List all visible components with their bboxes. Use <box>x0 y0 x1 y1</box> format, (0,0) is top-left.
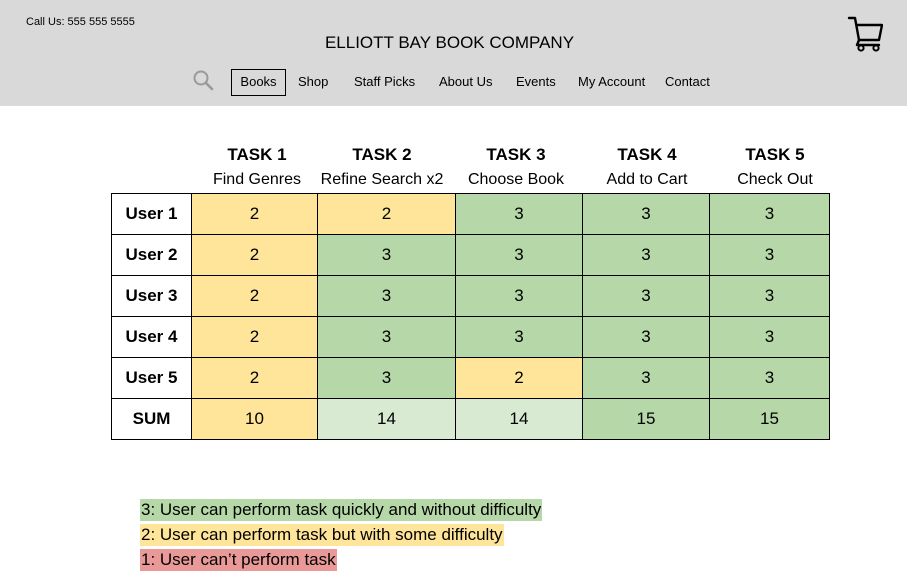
phone-number: Call Us: 555 555 5555 <box>26 16 135 28</box>
site-title[interactable]: ELLIOTT BAY BOOK COMPANY <box>0 33 899 53</box>
site-header: Call Us: 555 555 5555 ELLIOTT BAY BOOK C… <box>0 0 907 106</box>
sum-cell: 10 <box>191 398 318 440</box>
usability-score-table: User 1 2 2 3 3 3 User 2 2 3 3 3 3 User 3… <box>111 193 830 440</box>
sum-row: SUM 10 14 14 15 15 <box>111 398 830 440</box>
task-title: TASK 4 <box>617 145 677 164</box>
table-row: User 1 2 2 3 3 3 <box>111 193 830 235</box>
score-cell: 2 <box>191 357 318 399</box>
task-subtitle: Check Out <box>737 171 813 188</box>
nav-contact[interactable]: Contact <box>665 74 710 90</box>
score-cell: 2 <box>317 193 456 235</box>
search-icon[interactable] <box>192 69 214 91</box>
score-cell: 2 <box>191 193 318 235</box>
sum-cell: 14 <box>455 398 583 440</box>
sum-cell: 14 <box>317 398 456 440</box>
score-cell: 3 <box>709 316 830 358</box>
score-cell: 3 <box>582 193 710 235</box>
score-cell: 3 <box>317 234 456 276</box>
task-title: TASK 5 <box>745 145 805 164</box>
cart-icon[interactable] <box>847 14 883 52</box>
score-cell: 3 <box>582 234 710 276</box>
score-cell: 2 <box>191 316 318 358</box>
score-cell: 3 <box>709 193 830 235</box>
score-cell: 3 <box>317 357 456 399</box>
row-label: User 4 <box>111 316 192 358</box>
nav-books[interactable]: Books <box>231 69 286 96</box>
score-cell: 3 <box>709 275 830 317</box>
task-title: TASK 2 <box>352 145 412 164</box>
sum-cell: 15 <box>582 398 710 440</box>
legend-score-3: 3: User can perform task quickly and wit… <box>140 499 543 521</box>
table-row: User 2 2 3 3 3 3 <box>111 234 830 276</box>
row-label: User 3 <box>111 275 192 317</box>
task-subtitle: Find Genres <box>212 171 302 188</box>
table-row: User 4 2 3 3 3 3 <box>111 316 830 358</box>
nav-about-us[interactable]: About Us <box>439 74 492 90</box>
score-cell: 3 <box>455 316 583 358</box>
task-title: TASK 1 <box>227 145 287 164</box>
row-label: User 5 <box>111 357 192 399</box>
nav-shop[interactable]: Shop <box>298 74 328 90</box>
legend-score-2: 2: User can perform task but with some d… <box>140 524 504 546</box>
nav-my-account[interactable]: My Account <box>578 74 645 90</box>
row-label: User 1 <box>111 193 192 235</box>
score-cell: 3 <box>455 275 583 317</box>
task-subtitle: Refine Search x2 <box>320 171 444 188</box>
score-cell: 2 <box>191 234 318 276</box>
sum-cell: 15 <box>709 398 830 440</box>
score-cell: 3 <box>317 316 456 358</box>
score-cell: 3 <box>709 234 830 276</box>
score-cell: 3 <box>317 275 456 317</box>
score-cell: 2 <box>191 275 318 317</box>
row-label: User 2 <box>111 234 192 276</box>
task-subtitle: Choose Book <box>467 171 565 188</box>
score-cell: 3 <box>455 234 583 276</box>
score-cell: 3 <box>582 357 710 399</box>
task-title: TASK 3 <box>486 145 546 164</box>
sum-label: SUM <box>111 398 192 440</box>
legend-score-1: 1: User can’t perform task <box>140 549 337 571</box>
nav-staff-picks[interactable]: Staff Picks <box>354 74 415 90</box>
score-cell: 3 <box>582 275 710 317</box>
table-row: User 5 2 3 2 3 3 <box>111 357 830 399</box>
score-cell: 3 <box>582 316 710 358</box>
score-cell: 3 <box>455 193 583 235</box>
score-cell: 3 <box>709 357 830 399</box>
score-cell: 2 <box>455 357 583 399</box>
nav-events[interactable]: Events <box>516 74 556 90</box>
table-row: User 3 2 3 3 3 3 <box>111 275 830 317</box>
task-subtitle: Add to Cart <box>606 171 688 188</box>
